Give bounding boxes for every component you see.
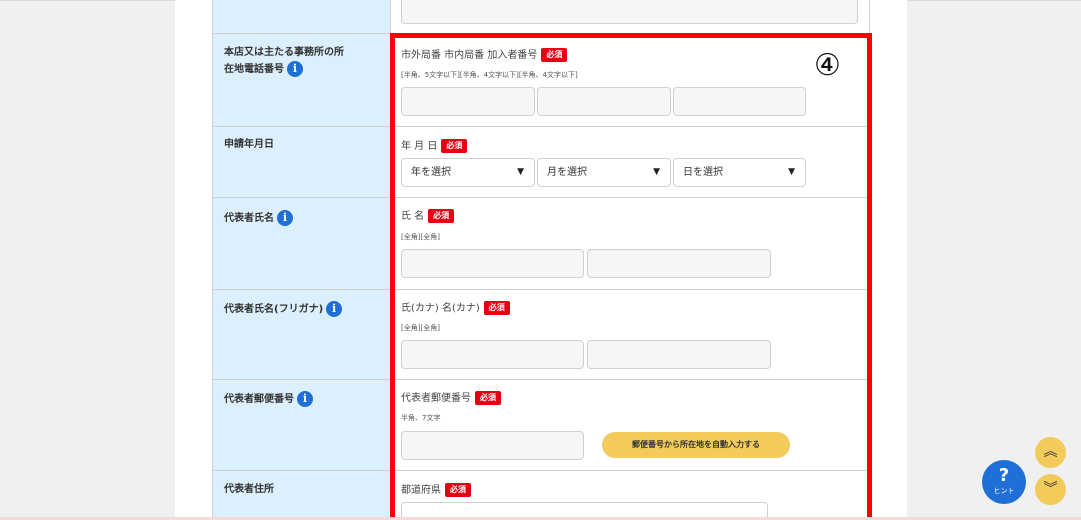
- row-divider: [212, 126, 870, 127]
- subscriber-number-input[interactable]: [673, 87, 806, 116]
- row-label-postal-text: 代表者郵便番号: [224, 394, 294, 405]
- kana-field-label: 氏(カナ) 名(カナ) 必須: [401, 301, 510, 316]
- required-badge: 必須: [441, 139, 468, 153]
- row-label-kana-text: 代表者氏名(フリガナ): [224, 304, 324, 315]
- info-icon[interactable]: i: [277, 210, 293, 226]
- address-field-label: 都道府県 必須: [401, 483, 471, 498]
- info-icon[interactable]: i: [297, 391, 313, 407]
- postal-hint: 半角、7文字: [401, 414, 441, 422]
- dropdown-arrow-icon: ▼: [788, 167, 795, 177]
- row-label-name-text: 代表者氏名: [224, 213, 274, 224]
- name-field-label: 氏 名必須: [401, 209, 455, 224]
- row-label-kana: 代表者氏名(フリガナ) i: [224, 301, 343, 318]
- postal-label-text: 代表者郵便番号: [401, 393, 471, 404]
- row-label-postal: 代表者郵便番号 i: [224, 391, 313, 408]
- column-divider: [390, 0, 391, 520]
- last-name-input[interactable]: [401, 249, 584, 278]
- day-select[interactable]: 日を選択 ▼: [673, 158, 806, 187]
- required-badge: 必須: [483, 301, 510, 315]
- last-name-kana-input[interactable]: [401, 340, 584, 369]
- hint-button[interactable]: ? ヒント: [982, 460, 1026, 504]
- info-icon[interactable]: i: [287, 61, 303, 77]
- postal-autofill-button[interactable]: 郵便番号から所在地を自動入力する: [602, 432, 790, 458]
- scroll-top-button[interactable]: ︽: [1035, 437, 1066, 468]
- postal-code-input[interactable]: [401, 431, 584, 460]
- area-code-input[interactable]: [401, 87, 535, 116]
- kana-hint: [全角][全角]: [401, 324, 440, 332]
- scroll-bottom-button[interactable]: ︾: [1035, 474, 1066, 505]
- row-divider: [212, 33, 870, 34]
- row-label-date: 申請年月日: [224, 139, 274, 150]
- year-select[interactable]: 年を選択 ▼: [401, 158, 535, 187]
- dropdown-arrow-icon: ▼: [517, 167, 524, 177]
- annotation-number: ④: [814, 48, 841, 83]
- required-badge: 必須: [475, 391, 501, 405]
- row-label-phone-line1: 本店又は主たる事務所の所: [224, 47, 344, 58]
- first-name-input[interactable]: [587, 249, 771, 278]
- dropdown-arrow-icon: ▼: [653, 167, 660, 177]
- date-field-label: 年 月 日必須: [401, 139, 468, 154]
- row-divider: [212, 197, 870, 198]
- first-name-kana-input[interactable]: [587, 340, 771, 369]
- required-badge: 必須: [541, 48, 568, 62]
- phone-hint: [半角、5文字以下][半角、4文字以下][半角、4文字以下]: [401, 71, 578, 79]
- name-hint: [全角][全角]: [401, 233, 440, 241]
- address-label-text: 都道府県: [401, 485, 441, 496]
- hint-button-label: ヒント: [993, 487, 1015, 495]
- row-divider: [212, 379, 870, 380]
- required-badge: 必須: [445, 483, 471, 497]
- month-select[interactable]: 月を選択 ▼: [537, 158, 671, 187]
- row-label-address: 代表者住所: [224, 484, 274, 495]
- date-label-text: 年 月 日: [401, 141, 438, 152]
- kana-label-text: 氏(カナ) 名(カナ): [401, 303, 480, 314]
- month-select-value: 月を選択: [547, 167, 587, 178]
- day-select-value: 日を選択: [683, 167, 723, 178]
- local-code-input[interactable]: [537, 87, 671, 116]
- phone-label-text: 市外局番 市内局番 加入者番号: [401, 50, 538, 61]
- info-icon[interactable]: i: [326, 301, 343, 317]
- row-label-name: 代表者氏名 i: [224, 210, 293, 227]
- required-badge: 必須: [428, 209, 455, 223]
- row-label-phone-line2: 在地電話番号: [224, 64, 284, 75]
- year-select-value: 年を選択: [411, 167, 451, 178]
- name-label-text: 氏 名: [401, 211, 425, 222]
- row-divider: [212, 470, 870, 471]
- phone-field-label: 市外局番 市内局番 加入者番号 必須: [401, 48, 568, 63]
- previous-field-input[interactable]: [401, 0, 858, 24]
- postal-field-label: 代表者郵便番号 必須: [401, 391, 501, 406]
- row-divider: [212, 289, 870, 290]
- row-label-phone: 本店又は主たる事務所の所 在地電話番号 i: [224, 44, 344, 78]
- question-icon: ?: [998, 465, 1010, 486]
